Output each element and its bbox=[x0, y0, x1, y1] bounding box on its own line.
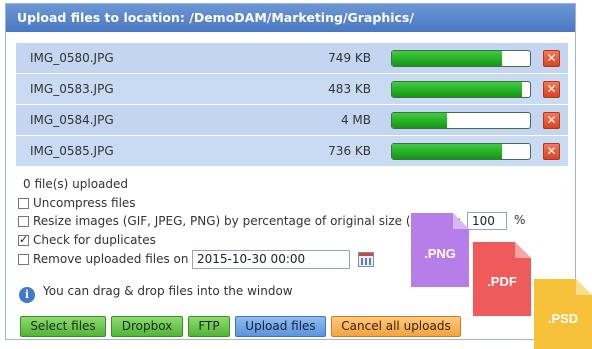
png-label: .PNG bbox=[424, 246, 456, 261]
file-row: IMG_0580.JPG 749 KB ✕ bbox=[16, 43, 568, 74]
file-size: 483 KB bbox=[328, 82, 371, 96]
progress-bar bbox=[391, 50, 531, 67]
file-size: 736 KB bbox=[328, 144, 371, 158]
pdf-label: .PDF bbox=[487, 274, 517, 289]
file-name: IMG_0585.JPG bbox=[30, 144, 114, 158]
psd-label: .PSD bbox=[547, 311, 579, 326]
drag-drop-hint: i You can drag & drop files into the wind… bbox=[19, 283, 293, 303]
progress-fill bbox=[392, 113, 448, 128]
info-text: You can drag & drop files into the windo… bbox=[43, 284, 293, 298]
duplicates-checkbox[interactable] bbox=[18, 232, 29, 248]
file-name: IMG_0584.JPG bbox=[30, 113, 114, 127]
progress-fill bbox=[392, 144, 503, 159]
file-name: IMG_0580.JPG bbox=[30, 51, 114, 65]
calendar-icon[interactable] bbox=[358, 252, 374, 267]
upload-status: 0 file(s) uploaded bbox=[23, 177, 129, 191]
progress-bar bbox=[391, 112, 531, 129]
file-row: IMG_0584.JPG 4 MB ✕ bbox=[16, 105, 568, 136]
progress-fill bbox=[392, 82, 522, 97]
duplicates-label: Check for duplicates bbox=[33, 233, 156, 247]
percent-unit: % bbox=[514, 213, 526, 227]
duplicates-option[interactable]: Check for duplicates bbox=[18, 232, 156, 248]
ftp-button[interactable]: FTP bbox=[188, 316, 230, 337]
file-row: IMG_0583.JPG 483 KB ✕ bbox=[16, 74, 568, 105]
remove-file-button[interactable]: ✕ bbox=[543, 50, 560, 67]
resize-option[interactable]: Resize images (GIF, JPEG, PNG) by percen… bbox=[18, 213, 461, 229]
progress-bar bbox=[391, 143, 531, 160]
pdf-file-icon: .PDF bbox=[473, 242, 531, 316]
remove-label: Remove uploaded files on bbox=[33, 252, 189, 266]
resize-label: Resize images (GIF, JPEG, PNG) by percen… bbox=[33, 214, 411, 228]
remove-file-button[interactable]: ✕ bbox=[543, 143, 560, 160]
psd-file-icon: .PSD bbox=[534, 279, 592, 349]
progress-bar bbox=[391, 81, 531, 98]
file-name: IMG_0583.JPG bbox=[30, 82, 114, 96]
remove-checkbox[interactable] bbox=[18, 254, 29, 265]
remove-file-button[interactable]: ✕ bbox=[543, 81, 560, 98]
png-file-icon: .PNG bbox=[411, 213, 469, 287]
file-list: IMG_0580.JPG 749 KB ✕ IMG_0583.JPG 483 K… bbox=[16, 43, 568, 167]
remove-date-input[interactable]: 2015-10-30 00:00 bbox=[192, 250, 350, 269]
dropbox-button[interactable]: Dropbox bbox=[111, 316, 183, 337]
select-files-button[interactable]: Select files bbox=[20, 316, 106, 337]
uncompress-option[interactable]: Uncompress files bbox=[18, 195, 136, 211]
remove-option[interactable]: Remove uploaded files on bbox=[18, 251, 188, 267]
info-icon: i bbox=[19, 287, 35, 303]
file-size: 4 MB bbox=[340, 113, 371, 127]
dialog-title: Upload files to location: /DemoDAM/Marke… bbox=[6, 4, 575, 32]
uncompress-label: Uncompress files bbox=[33, 196, 136, 210]
file-size: 749 KB bbox=[328, 51, 371, 65]
resize-percentage-input[interactable]: 100 bbox=[467, 212, 507, 230]
uncompress-checkbox[interactable] bbox=[18, 198, 29, 209]
upload-files-button[interactable]: Upload files bbox=[235, 316, 326, 337]
cancel-all-uploads-button[interactable]: Cancel all uploads bbox=[331, 316, 461, 337]
resize-checkbox[interactable] bbox=[18, 216, 29, 227]
remove-file-button[interactable]: ✕ bbox=[543, 112, 560, 129]
progress-fill bbox=[392, 51, 503, 66]
file-row: IMG_0585.JPG 736 KB ✕ bbox=[16, 136, 568, 167]
